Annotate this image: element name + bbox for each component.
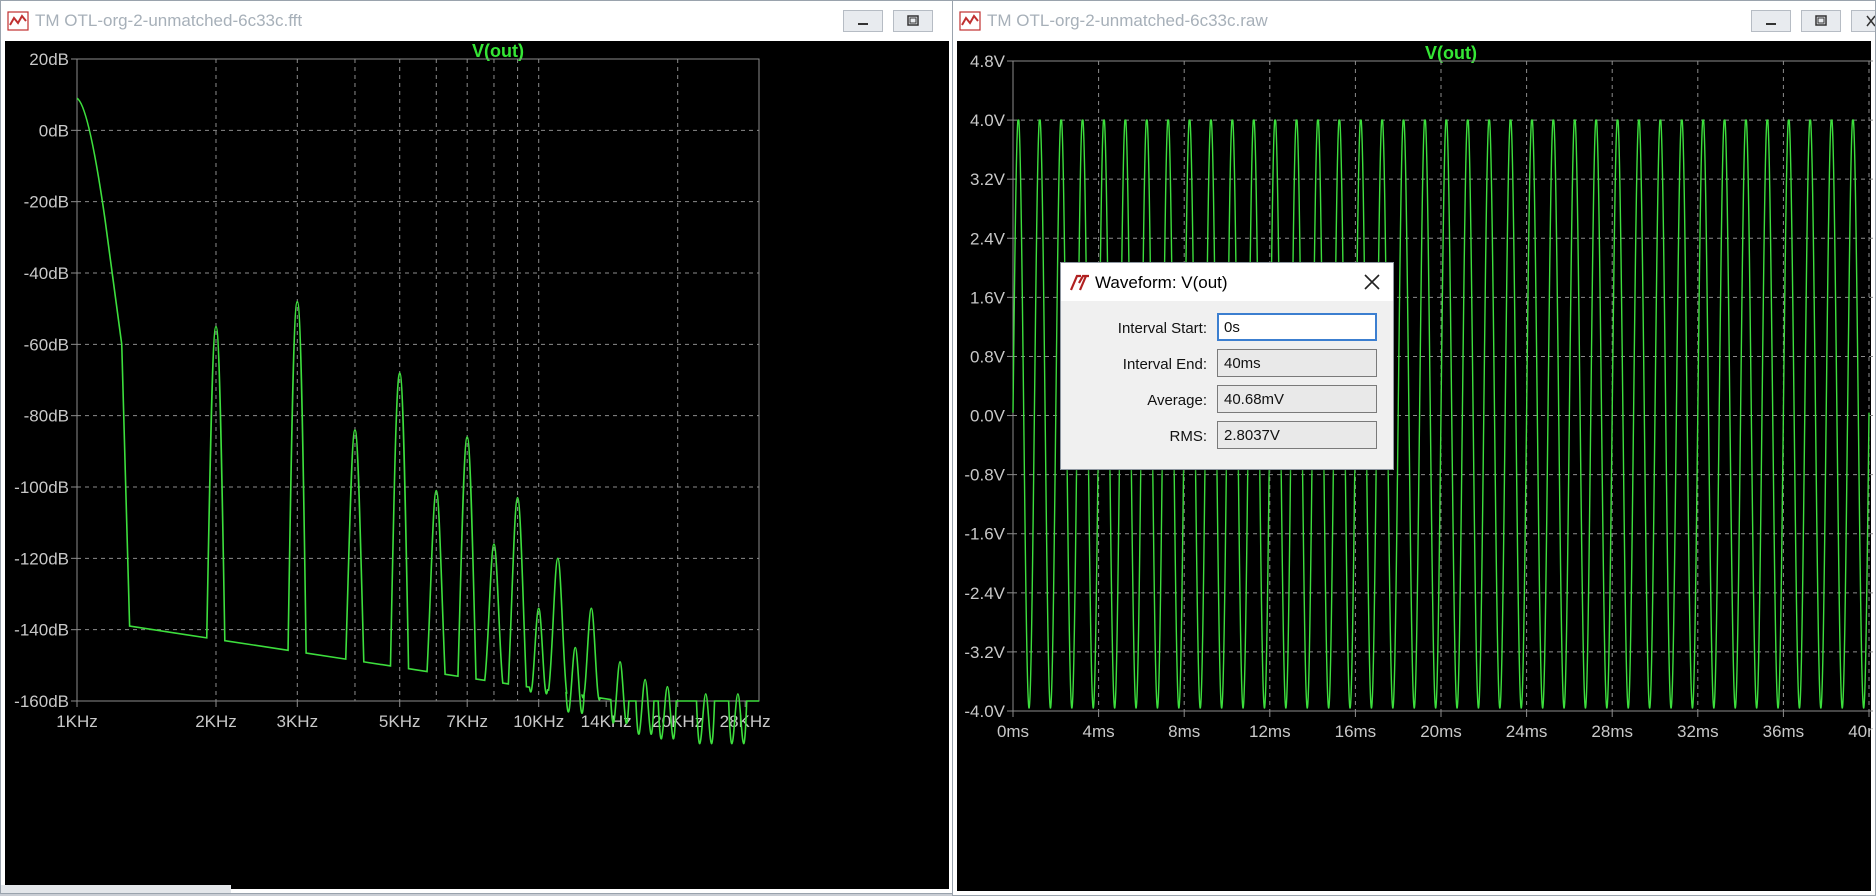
waveform-stats-dialog: Waveform: V(out) Interval Start: 0s Inte… [1060, 262, 1394, 470]
fft-titlebar[interactable]: TM OTL-org-2-unmatched-6c33c.fft [1, 1, 953, 41]
interval-start-label: Interval Start: [1117, 320, 1207, 337]
dialog-title: Waveform: V(out) [1095, 273, 1228, 292]
transient-x-tick-label: 16ms [1335, 722, 1377, 741]
transient-titlebar[interactable]: TM OTL-org-2-unmatched-6c33c.raw [953, 1, 1875, 41]
transient-x-tick-label: 0ms [997, 722, 1029, 741]
fft-x-tick-label: 1KHz [56, 712, 98, 731]
fft-y-tick-label: -80dB [24, 407, 69, 426]
transient-y-tick-label: 4.0V [970, 111, 1006, 130]
transient-x-tick-label: 36ms [1763, 722, 1805, 741]
transient-y-tick-label: 4.8V [970, 52, 1006, 71]
dialog-titlebar[interactable]: Waveform: V(out) [1061, 263, 1393, 301]
fft-chart: V(out) 20dB 0dB -20dB -40dB -60dB -80dB -100dB… [14, 41, 771, 745]
fft-window: TM OTL-org-2-unmatched-6c33c.fft V(out) … [0, 0, 954, 894]
fft-y-tick-label: -120dB [14, 549, 69, 568]
close-button[interactable] [1851, 10, 1875, 32]
fft-x-tick-label: 10KHz [513, 712, 564, 731]
transient-y-tick-label: 2.4V [970, 229, 1006, 248]
fft-window-title: TM OTL-org-2-unmatched-6c33c.fft [35, 11, 303, 30]
fft-plot-area[interactable]: V(out) 20dB 0dB -20dB -40dB -60dB -80dB -100dB… [5, 41, 949, 889]
fft-x-tick-label: 7KHz [446, 712, 488, 731]
waveform-app-icon [959, 11, 981, 31]
interval-start-field[interactable]: 0s [1217, 313, 1377, 341]
transient-y-tick-label: -2.4V [964, 584, 1005, 603]
transient-x-tick-label: 40ms [1848, 722, 1873, 741]
ltspice-logo-icon [1069, 274, 1089, 291]
fft-x-tick-label: 14KHz [581, 712, 632, 731]
transient-trace-label: V(out) [1425, 43, 1477, 63]
fft-plot-frame [76, 58, 760, 702]
fft-y-tick-label: -40dB [24, 264, 69, 283]
restore-button[interactable] [1801, 10, 1841, 32]
dialog-close-icon[interactable] [1361, 271, 1383, 293]
average-label: Average: [1147, 392, 1207, 409]
transient-x-tick-label: 20ms [1420, 722, 1462, 741]
fft-y-tick-label: -60dB [24, 335, 69, 354]
interval-start-row: Interval Start: 0s [1061, 313, 1393, 343]
transient-y-tick-label: -1.6V [964, 525, 1005, 544]
fft-y-tick-label: 0dB [39, 121, 69, 140]
rms-field[interactable]: 2.8037V [1217, 421, 1377, 449]
fft-x-tick-label: 5KHz [379, 712, 421, 731]
transient-x-tick-label: 28ms [1591, 722, 1633, 741]
transient-window-title: TM OTL-org-2-unmatched-6c33c.raw [987, 11, 1268, 30]
fft-x-tick-label: 2KHz [195, 712, 237, 731]
transient-y-tick-label: -4.0V [964, 702, 1005, 721]
fft-trace-label: V(out) [472, 41, 524, 61]
transient-y-tick-label: 0.8V [970, 347, 1006, 366]
fft-y-tick-label: -100dB [14, 478, 69, 497]
transient-x-tick-label: 32ms [1677, 722, 1719, 741]
waveform-app-icon [7, 11, 29, 31]
transient-y-tick-label: 3.2V [970, 170, 1006, 189]
transient-x-tick-label: 8ms [1168, 722, 1200, 741]
transient-y-tick-label: -0.8V [964, 466, 1005, 485]
average-field[interactable]: 40.68mV [1217, 385, 1377, 413]
transient-y-tick-label: 0.0V [970, 407, 1006, 426]
fft-y-tick-label: -140dB [14, 621, 69, 640]
restore-icon [1815, 15, 1827, 26]
rms-row: RMS: 2.8037V [1061, 421, 1393, 451]
transient-x-tick-label: 24ms [1506, 722, 1548, 741]
transient-y-tick-label: -3.2V [964, 643, 1005, 662]
minimize-icon [858, 23, 868, 25]
restore-button[interactable] [893, 10, 933, 32]
minimize-button[interactable] [843, 10, 883, 32]
transient-x-tick-label: 12ms [1249, 722, 1291, 741]
close-icon [1866, 15, 1875, 27]
minimize-button[interactable] [1751, 10, 1791, 32]
fft-y-tick-label: 20dB [29, 50, 69, 69]
interval-end-row: Interval End: 40ms [1061, 349, 1393, 379]
transient-x-tick-label: 4ms [1083, 722, 1115, 741]
restore-icon [907, 15, 919, 26]
fft-spectrum-trace [76, 97, 759, 745]
interval-end-field[interactable]: 40ms [1217, 349, 1377, 377]
fft-x-tick-label: 3KHz [277, 712, 319, 731]
horizontal-scrollbar[interactable] [1, 885, 231, 893]
interval-end-label: Interval End: [1122, 356, 1207, 373]
minimize-icon [1766, 23, 1776, 25]
transient-y-tick-label: 1.6V [970, 288, 1006, 307]
rms-label: RMS: [1169, 428, 1208, 445]
fft-y-tick-label: -20dB [24, 193, 69, 212]
average-row: Average: 40.68mV [1061, 385, 1393, 415]
fft-y-tick-label: -160dB [14, 692, 69, 711]
